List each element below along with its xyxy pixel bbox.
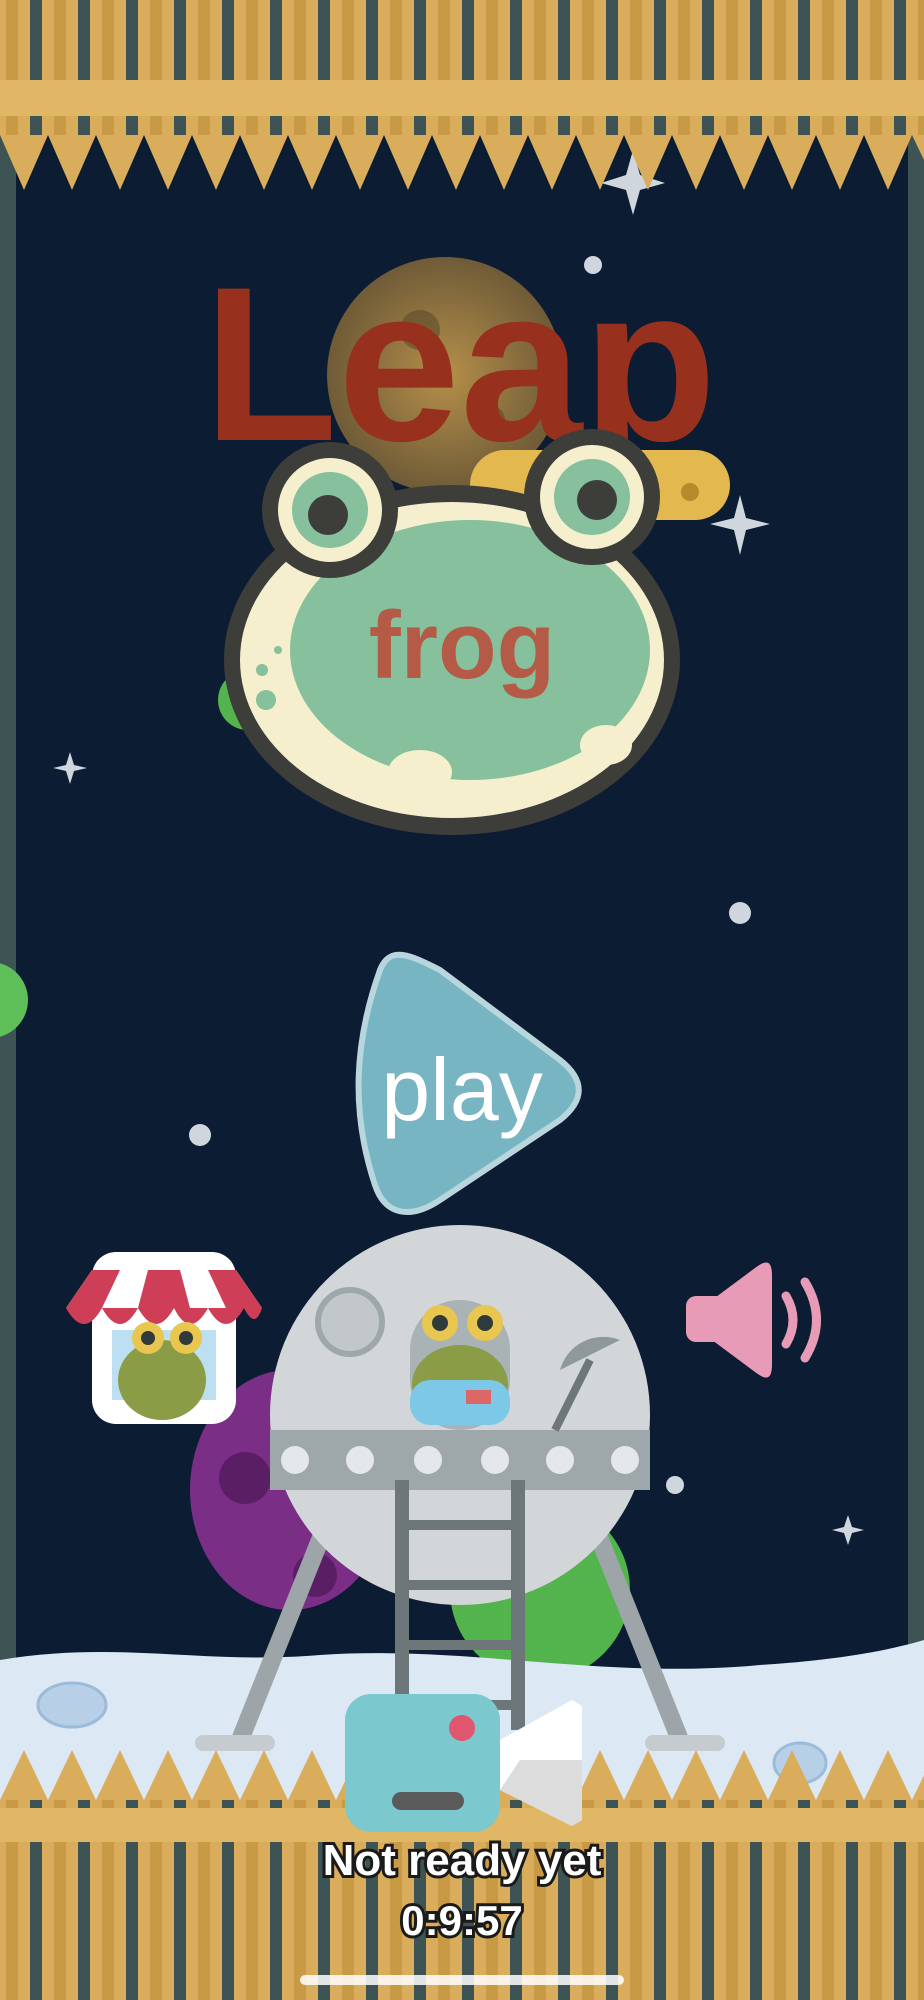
game-screen: Leap frog play Not ready yet 0:9:57 — [0, 0, 924, 2000]
reward-video-button[interactable] — [345, 1694, 582, 1832]
shop-awning — [66, 1270, 262, 1324]
title-word-frog: frog — [369, 592, 556, 699]
video-camera-icon — [345, 1694, 582, 1832]
game-canvas: Leap frog play Not ready yet 0:9:57 — [0, 0, 924, 2000]
shop-button[interactable] — [66, 1252, 262, 1424]
reward-countdown-timer: 0:9:57 — [401, 1897, 522, 1944]
home-indicator — [300, 1975, 624, 1985]
play-button-label: play — [381, 1040, 542, 1139]
reward-status-text: Not ready yet — [323, 1836, 602, 1885]
